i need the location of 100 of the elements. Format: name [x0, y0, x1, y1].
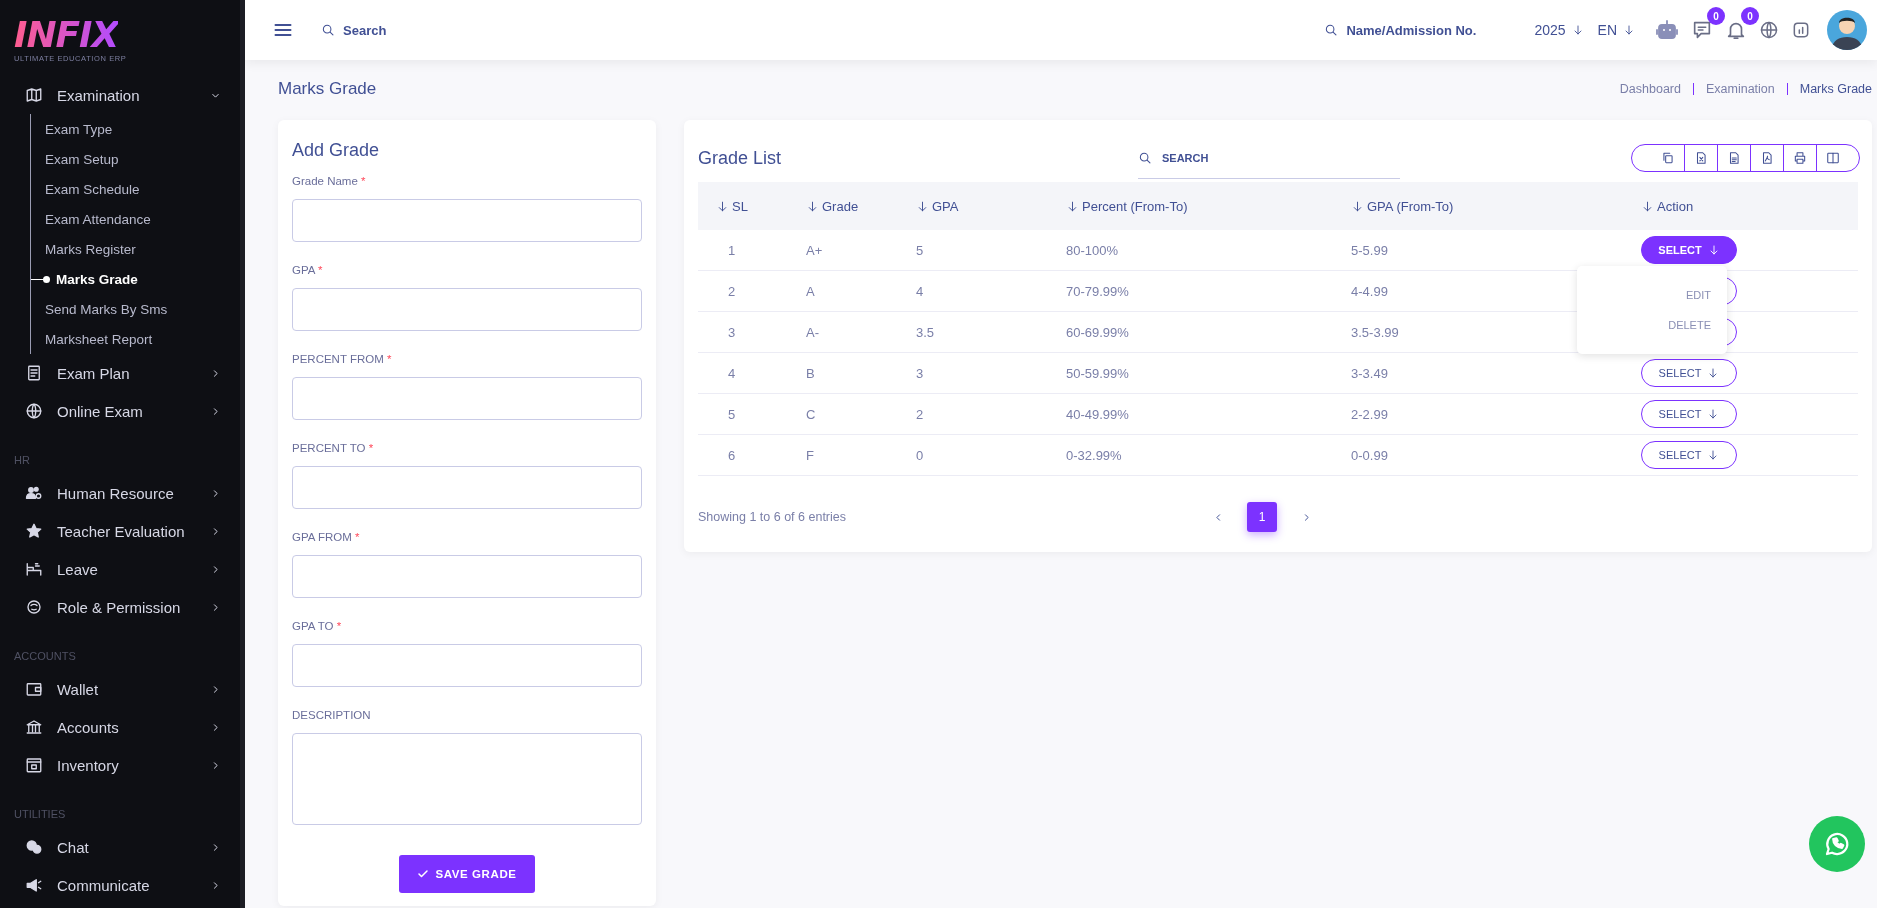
section-heading: ACCOUNTS [13, 649, 77, 664]
search-icon [1324, 23, 1339, 37]
submenu-item[interactable]: Exam Setup [31, 144, 240, 174]
input-field[interactable] [292, 644, 642, 687]
sidebar-item[interactable]: Leave [0, 550, 240, 588]
sidebar-item[interactable]: Examination [0, 76, 240, 114]
section-heading: HR [13, 453, 31, 468]
sidebar-item[interactable]: Inventory [0, 746, 240, 784]
sidebar-item[interactable]: Exam Plan [0, 354, 240, 392]
pdf-file-icon[interactable] [1760, 151, 1774, 165]
message-icon[interactable] [1691, 19, 1713, 41]
map-icon [25, 86, 43, 104]
chart-icon[interactable] [1791, 20, 1811, 40]
table-cell: 2 [728, 283, 736, 299]
sidebar-item[interactable]: Wallet [0, 670, 240, 708]
submenu-item[interactable]: Exam Schedule [31, 174, 240, 204]
user-avatar[interactable] [1827, 10, 1867, 50]
bank-icon [25, 718, 43, 736]
table-cell: 6 [728, 447, 736, 463]
field-label: GPA FROM * [292, 531, 360, 543]
sidebar-item[interactable]: Communicate [0, 866, 240, 904]
sidebar-item[interactable]: Chat [0, 828, 240, 866]
year-select[interactable]: 2025 [1534, 22, 1584, 38]
select-button[interactable]: SELECT [1641, 441, 1737, 469]
breadcrumb-link[interactable]: Dashboard [1619, 82, 1681, 96]
chat-icon [25, 838, 43, 856]
save-button[interactable]: SAVE GRADE [399, 855, 535, 893]
print-icon[interactable] [1793, 151, 1807, 165]
table-cell: 5 [916, 242, 924, 258]
select-button[interactable]: SELECT [1641, 359, 1737, 387]
arrow-down-icon [1641, 199, 1654, 213]
student-search-field[interactable]: Name/Admission No. [1344, 21, 1499, 39]
list-title: Grade List [698, 147, 783, 169]
check-icon [417, 868, 430, 880]
table-cell: F [806, 447, 814, 463]
submenu-item[interactable]: Marks Register [31, 234, 240, 264]
column-header[interactable]: SL [716, 198, 748, 214]
table-cell: B [806, 365, 815, 381]
bed-icon [25, 560, 43, 578]
table-cell: A+ [806, 242, 823, 258]
input-field[interactable] [292, 288, 642, 331]
copy-icon[interactable] [1661, 151, 1675, 165]
sidebar-item[interactable]: Role & Permission [0, 588, 240, 626]
arrow-down-icon [1351, 199, 1364, 213]
column-header[interactable]: Action [1641, 198, 1694, 214]
column-header[interactable]: Grade [806, 198, 859, 214]
count-badge: 0 [1707, 7, 1725, 25]
sidebar-item[interactable]: Accounts [0, 708, 240, 746]
input-field[interactable] [292, 199, 642, 242]
table-cell: 2 [916, 406, 924, 422]
column-header[interactable]: Percent (From-To) [1066, 198, 1188, 214]
robot-icon[interactable] [1655, 18, 1679, 42]
megaphone-icon [25, 876, 43, 894]
sidebar-item[interactable]: Teacher Evaluation [0, 512, 240, 550]
sidebar-item[interactable]: Online Exam [0, 392, 240, 430]
table-cell: 2-2.99 [1351, 406, 1388, 422]
table-cell: 4 [728, 365, 736, 381]
select-button[interactable]: SELECT [1641, 400, 1737, 428]
page-button[interactable]: 1 [1247, 502, 1277, 532]
count-badge: 0 [1741, 7, 1759, 25]
column-header[interactable]: GPA (From-To) [1351, 198, 1454, 214]
document-icon [25, 364, 43, 382]
search-field[interactable]: Search [341, 21, 505, 39]
submenu-item[interactable]: Exam Attendance [31, 204, 240, 234]
column-header[interactable]: GPA [916, 198, 959, 214]
language-select[interactable]: EN [1597, 22, 1635, 38]
select-button[interactable]: SELECT [1641, 236, 1737, 264]
wallet-icon [25, 680, 43, 698]
input-field[interactable] [292, 377, 642, 420]
breadcrumb-link[interactable]: Marks Grade [1799, 82, 1872, 96]
submenu-item[interactable]: Marksheet Report [31, 324, 240, 354]
table-cell: 60-69.99% [1066, 324, 1129, 340]
cabinet-icon [25, 756, 43, 774]
table-cell: 5-5.99 [1351, 242, 1388, 258]
field-label: PERCENT FROM * [292, 353, 392, 365]
arrow-down-icon [1623, 24, 1635, 36]
arrow-down-icon [716, 199, 729, 213]
table-cell: 0-0.99 [1351, 447, 1388, 463]
star-icon [25, 522, 43, 540]
table-cell: 0 [916, 447, 924, 463]
submenu-item[interactable]: Marks Grade [31, 264, 240, 294]
columns-icon[interactable] [1826, 151, 1840, 165]
input-field[interactable] [292, 466, 642, 509]
section-heading: UTILITIES [13, 807, 67, 822]
field-label: PERCENT TO * [292, 442, 374, 454]
table-cell: 70-79.99% [1066, 283, 1129, 299]
text-file-icon[interactable] [1727, 151, 1741, 165]
spreadsheet-file-icon[interactable] [1694, 151, 1708, 165]
table-cell: 3.5-3.99 [1351, 324, 1399, 340]
field-label: DESCRIPTION [292, 709, 371, 721]
sidebar-item[interactable]: Human Resource [0, 474, 240, 512]
breadcrumb-link[interactable]: Examination [1705, 82, 1775, 96]
globe-icon[interactable] [1759, 20, 1779, 40]
entries-info: Showing 1 to 6 of 6 entries [698, 510, 847, 524]
arrow-down-icon [916, 199, 929, 213]
table-cell: 3.5 [916, 324, 935, 340]
table-cell: A [806, 283, 815, 299]
submenu-item[interactable]: Exam Type [31, 114, 240, 144]
submenu-item[interactable]: Send Marks By Sms [31, 294, 240, 324]
input-field[interactable] [292, 555, 642, 598]
